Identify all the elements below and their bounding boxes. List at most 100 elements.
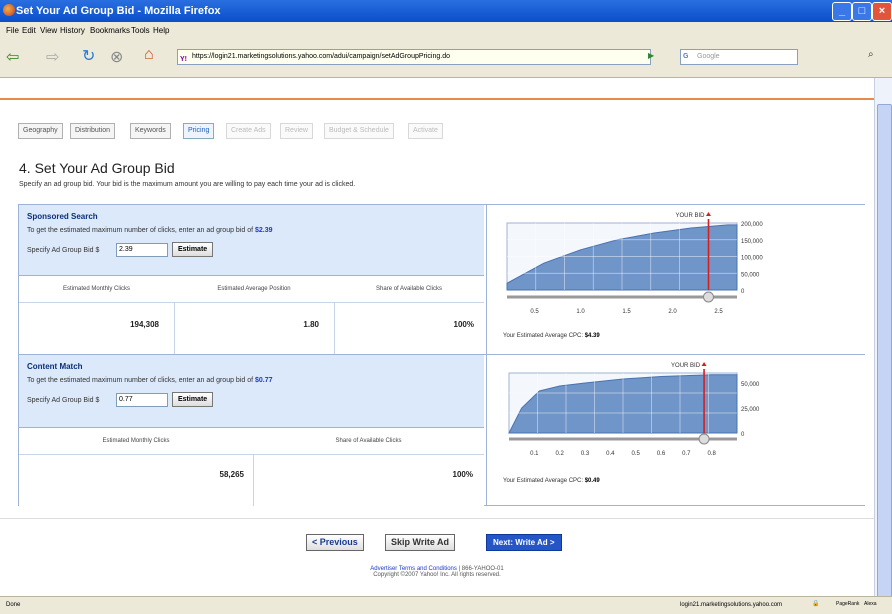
y-tick-label: 150,000 <box>741 239 763 245</box>
bid-label: Specify Ad Group Bid $ <box>27 247 100 254</box>
menu-history[interactable]: History <box>60 26 85 35</box>
alexa-label[interactable]: Alexa <box>864 601 877 607</box>
reload-icon[interactable]: ↻ <box>82 46 95 66</box>
crumb-geography[interactable]: Geography <box>18 123 63 139</box>
y-tick-label: 100,000 <box>741 256 763 262</box>
window-titlebar: Set Your Ad Group Bid - Mozilla Firefox … <box>0 0 892 22</box>
crumb-keywords[interactable]: Keywords <box>130 123 171 139</box>
menu-file[interactable]: File <box>6 26 19 35</box>
table-header: Estimated Monthly Clicks <box>19 428 254 455</box>
content-match-title: Content Match <box>27 362 83 371</box>
table-cell: 100% <box>452 470 473 479</box>
sponsored-search-hint: To get the estimated maximum number of c… <box>27 227 273 234</box>
x-tick-label: 0.5 <box>631 451 640 457</box>
cell-divider <box>334 303 335 356</box>
menu-tools[interactable]: Tools <box>131 26 150 35</box>
y-tick-label: 50,000 <box>741 272 760 278</box>
page-content: Geography Distribution Keywords Pricing … <box>0 78 874 596</box>
crumb-create-ads: Create Ads <box>226 123 271 139</box>
content-match-panel: Content Match To get the estimated maxim… <box>18 354 865 506</box>
pagerank-label[interactable]: PageRank <box>836 601 859 607</box>
table-header: Estimated Average Position <box>174 276 335 303</box>
table-header: Estimated Monthly Clicks <box>19 276 175 303</box>
stop-icon[interactable]: ⊗ <box>110 47 123 67</box>
page-footer: Advertiser Terms and Conditions | 866-YA… <box>0 566 874 578</box>
your-bid-label: YOUR BID <box>675 213 705 219</box>
sponsored-estimate-button[interactable]: Estimate <box>172 242 214 257</box>
hint-text: To get the estimated maximum number of c… <box>27 377 254 384</box>
content-match-cpc: Your Estimated Average CPC: $0.49 <box>503 478 600 484</box>
firefox-icon <box>3 4 15 16</box>
content-match-chart-pane: 50,000 25,000 0 0.1 0.2 0.3 0.4 0.5 0.6 0.7 0.8 YOU… <box>486 355 865 505</box>
home-icon[interactable]: ⌂ <box>144 46 154 64</box>
content-match-hint: To get the estimated maximum number of c… <box>27 377 273 384</box>
your-bid-marker <box>705 212 711 216</box>
bid-label: Specify Ad Group Bid $ <box>27 397 100 404</box>
skip-write-ad-button[interactable]: Skip Write Ad <box>385 534 456 551</box>
bottom-divider <box>0 518 874 519</box>
previous-button[interactable]: < Previous <box>306 534 364 551</box>
menu-bookmarks[interactable]: Bookmarks <box>90 26 130 35</box>
table-cell: 194,308 <box>130 320 159 329</box>
content-match-form: Content Match To get the estimated maxim… <box>19 355 484 427</box>
navigation-toolbar: ⇦ ⇨ ↻ ⊗ ⌂ Y! https://login21.marketingso… <box>0 39 892 78</box>
menu-help[interactable]: Help <box>153 26 169 35</box>
minimize-button[interactable]: _ <box>832 2 852 21</box>
maximize-button[interactable]: □ <box>852 2 872 21</box>
next-write-ad-button[interactable]: Next: Write Ad > <box>486 534 562 551</box>
x-tick-label: 0.1 <box>530 451 539 457</box>
search-field[interactable]: G Google <box>680 49 798 65</box>
table-header: Share of Available Clicks <box>253 428 484 455</box>
crumb-distribution[interactable]: Distribution <box>70 123 116 139</box>
sponsored-estimates-table: Estimated Monthly Clicks Estimated Avera… <box>19 275 484 356</box>
x-tick-label: 0.4 <box>606 451 615 457</box>
page-scrollbar[interactable] <box>874 78 892 606</box>
menu-edit[interactable]: Edit <box>22 26 36 35</box>
search-placeholder: Google <box>697 53 720 60</box>
scrollbar-thumb[interactable] <box>877 104 892 606</box>
window-title: Set Your Ad Group Bid - Mozilla Firefox <box>16 5 221 17</box>
suggested-bid: $2.39 <box>255 227 273 234</box>
content-match-estimate-button[interactable]: Estimate <box>172 392 214 407</box>
sponsored-bid-input[interactable]: 2.39 <box>116 243 168 257</box>
x-tick-label: 0.6 <box>657 451 666 457</box>
table-cell: 58,265 <box>219 470 244 479</box>
page-title: 4. Set Your Ad Group Bid <box>19 160 175 176</box>
google-icon: G <box>683 53 689 60</box>
table-cell: 1.80 <box>303 320 319 329</box>
forward-arrow-icon[interactable]: ⇨ <box>46 47 59 67</box>
cell-divider <box>253 455 254 506</box>
table-cell: 100% <box>453 320 474 329</box>
url-field[interactable]: Y! https://login21.marketingsolutions.ya… <box>177 49 651 65</box>
x-tick-label: 0.8 <box>707 451 716 457</box>
sponsored-cpc: Your Estimated Average CPC: $4.39 <box>503 333 600 339</box>
sponsored-search-form: Sponsored Search To get the estimated ma… <box>19 205 484 275</box>
x-tick-label: 0.2 <box>555 451 564 457</box>
cpc-label: Your Estimated Average CPC: <box>503 333 584 339</box>
url-text: https://login21.marketingsolutions.yahoo… <box>192 53 450 60</box>
crumb-pricing[interactable]: Pricing <box>183 123 215 139</box>
status-bar: Done login21.marketingsolutions.yahoo.co… <box>0 596 892 614</box>
cell-divider <box>174 303 175 356</box>
content-match-bid-input[interactable]: 0.77 <box>116 393 168 407</box>
x-tick-label: 0.3 <box>581 451 590 457</box>
x-tick-label: 1.5 <box>622 309 631 315</box>
close-button[interactable]: × <box>872 2 892 21</box>
y-tick-label: 0 <box>741 432 745 438</box>
sponsored-search-panel: Sponsored Search To get the estimated ma… <box>18 204 865 356</box>
table-header: Share of Available Clicks <box>334 276 484 303</box>
your-bid-marker <box>701 362 707 366</box>
x-tick-label: 0.7 <box>682 451 691 457</box>
back-arrow-icon[interactable]: ⇦ <box>6 47 19 67</box>
x-tick-label: 0.5 <box>530 309 539 315</box>
search-icon[interactable]: ⌕ <box>868 49 874 60</box>
suggested-bid: $0.77 <box>255 377 273 384</box>
status-text: Done <box>6 602 21 608</box>
y-tick-label: 200,000 <box>741 222 763 228</box>
menu-view[interactable]: View <box>40 26 57 35</box>
cpc-label: Your Estimated Average CPC: <box>503 478 584 484</box>
go-arrow-icon[interactable]: ▶ <box>648 51 654 60</box>
y-tick-label: 50,000 <box>741 382 760 388</box>
y-tick-label: 0 <box>741 289 745 295</box>
crumb-budget-schedule: Budget & Schedule <box>324 123 394 139</box>
